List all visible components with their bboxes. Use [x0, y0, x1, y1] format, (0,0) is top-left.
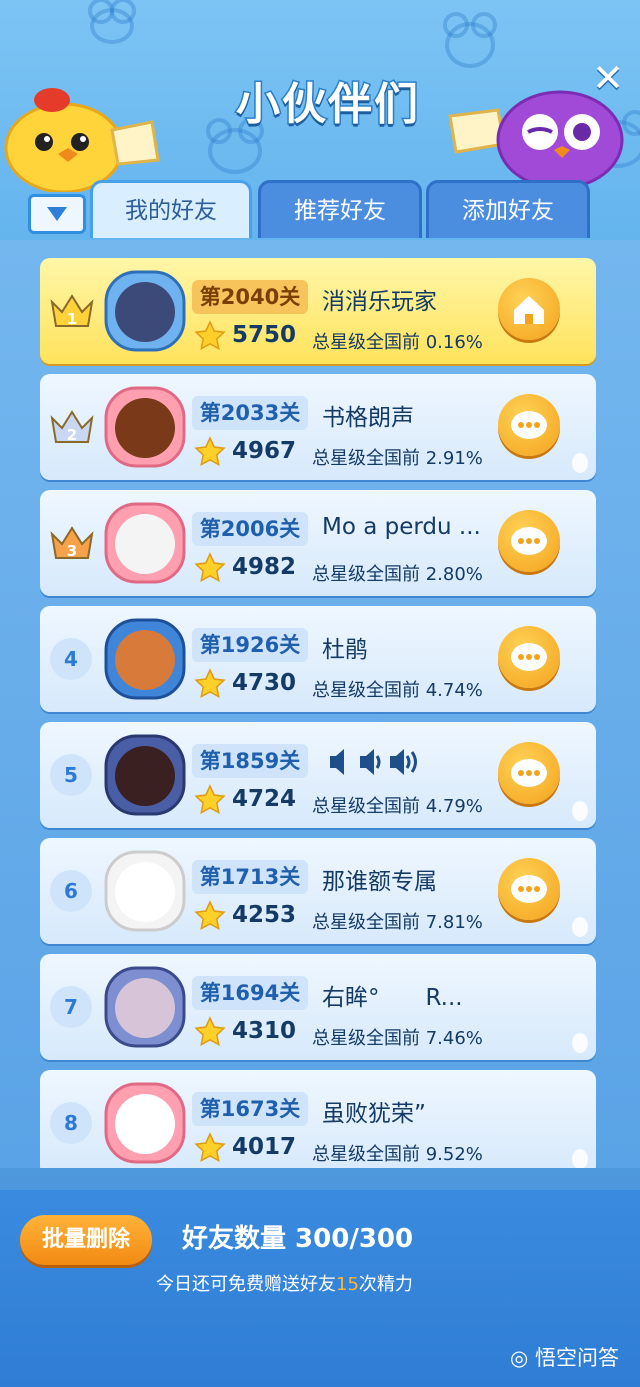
tab-add-friends[interactable]: 添加好友	[426, 180, 590, 238]
star-count: 4310	[232, 1018, 297, 1044]
chat-icon[interactable]	[498, 394, 560, 456]
star-count: 4967	[232, 438, 297, 464]
level-badge: 第2033关	[192, 396, 308, 430]
friend-row[interactable]: 4 第1926关 杜鹃 4730 总星级全国前 4.74%	[40, 606, 596, 712]
rank-number: 1	[67, 310, 77, 328]
footer-bar: 批量删除 好友数量 300/300 今日还可免费赠送好友15次精力 ◎ 悟空问答	[0, 1190, 640, 1387]
friend-row[interactable]: 8 第1673关 虽败犹荣” 4017 总星级全国前 9.52%	[40, 1070, 596, 1168]
friend-name: 杜鹃	[322, 637, 368, 662]
crown-rank-icon: 1	[50, 294, 94, 328]
star-icon	[194, 1132, 226, 1163]
friend-row[interactable]: 3 第2006关 Mo a perdu ... 4982 总星级全国前 2.80%	[40, 490, 596, 596]
friend-name: 右眸° R...	[322, 985, 463, 1010]
level-badge: 第2006关	[192, 512, 308, 546]
gift-prefix: 今日还可免费赠送好友	[156, 1274, 336, 1295]
star-count: 4982	[232, 554, 297, 580]
star-count: 4253	[232, 902, 297, 928]
friend-row[interactable]: 5 第1859关 4724 总星级全国前 4.79%	[40, 722, 596, 828]
friend-count: 好友数量 300/300	[182, 1224, 414, 1254]
chat-icon[interactable]	[498, 742, 560, 804]
bear-pattern-icon	[88, 0, 136, 44]
level-badge: 第1713关	[192, 860, 308, 894]
level-badge: 第2040关	[192, 280, 308, 314]
star-icon	[194, 900, 226, 931]
rank-number: 8	[50, 1102, 92, 1144]
tab-recommended-friends[interactable]: 推荐好友	[258, 180, 422, 238]
page-title: 小伙伴们	[235, 78, 420, 132]
friend-list[interactable]: 1 第2040关 消消乐玩家 5750 总星级全国前 0.16% 2 第2033关 书格朗声 4…	[0, 240, 640, 1168]
qq-penguin-icon	[572, 917, 588, 937]
speaker-icons	[322, 746, 504, 778]
chat-icon[interactable]	[498, 858, 560, 920]
avatar[interactable]	[102, 848, 188, 934]
star-icon	[194, 784, 226, 815]
star-icon	[194, 1016, 226, 1047]
batch-delete-button[interactable]: 批量删除	[20, 1215, 152, 1265]
crown-rank-icon: 2	[50, 410, 94, 444]
star-count: 4730	[232, 670, 297, 696]
friend-row[interactable]: 1 第2040关 消消乐玩家 5750 总星级全国前 0.16%	[40, 258, 596, 364]
rank-number: 4	[50, 638, 92, 680]
tab-bar: 我的好友 推荐好友 添加好友	[0, 176, 640, 240]
level-badge: 第1673关	[192, 1092, 308, 1126]
friend-name: 虽败犹荣”	[322, 1101, 426, 1126]
star-count: 4017	[232, 1134, 297, 1160]
close-icon[interactable]: ✕	[588, 58, 628, 98]
star-count: 5750	[232, 322, 297, 348]
crown-rank-icon: 3	[50, 526, 94, 560]
rank-number: 2	[67, 426, 77, 444]
watermark: ◎ 悟空问答	[510, 1342, 630, 1372]
chat-icon[interactable]	[498, 626, 560, 688]
friends-panel: 小伙伴们 ✕ 我的好友 推荐好友 添加好友 1 第2040关 消消乐玩家 5750 总星…	[0, 0, 640, 1387]
avatar[interactable]	[102, 1080, 188, 1166]
avatar[interactable]	[102, 500, 188, 586]
level-badge: 第1859关	[192, 744, 308, 778]
qq-penguin-icon	[572, 801, 588, 821]
bear-pattern-icon	[443, 12, 497, 68]
rank-number: 3	[67, 542, 77, 560]
qq-penguin-icon	[572, 453, 588, 473]
qq-penguin-icon	[572, 1149, 588, 1168]
friend-name: 书格朗声	[322, 405, 414, 430]
friend-name: 消消乐玩家	[322, 289, 437, 314]
friend-row[interactable]: 2 第2033关 书格朗声 4967 总星级全国前 2.91%	[40, 374, 596, 480]
rank-number: 7	[50, 986, 92, 1028]
avatar[interactable]	[102, 732, 188, 818]
rank-number: 5	[50, 754, 92, 796]
star-icon	[194, 552, 226, 583]
star-icon	[194, 668, 226, 699]
star-icon	[194, 320, 226, 351]
qq-penguin-icon	[572, 1033, 588, 1053]
friend-name: Mo a perdu ...	[322, 514, 481, 540]
tab-my-friends[interactable]: 我的好友	[90, 180, 252, 238]
chick-mascot-icon	[4, 88, 160, 192]
gift-energy-text: 今日还可免费赠送好友15次精力	[156, 1270, 476, 1295]
friend-row[interactable]: 7 第1694关 右眸° R... 4310 总星级全国前 7.46%	[40, 954, 596, 1060]
dropdown-toggle-icon[interactable]	[28, 194, 86, 234]
home-icon[interactable]	[498, 278, 560, 340]
percentile-text: 总星级全国前 9.52%	[312, 1144, 483, 1165]
avatar[interactable]	[102, 964, 188, 1050]
friend-name: 那谁额专属	[322, 869, 437, 894]
avatar[interactable]	[102, 616, 188, 702]
watermark-logo-icon: ◎	[510, 1346, 529, 1370]
level-badge: 第1694关	[192, 976, 308, 1010]
rank-number: 6	[50, 870, 92, 912]
gift-count: 15	[336, 1274, 359, 1295]
level-badge: 第1926关	[192, 628, 308, 662]
star-count: 4724	[232, 786, 297, 812]
avatar[interactable]	[102, 384, 188, 470]
gift-suffix: 次精力	[358, 1274, 413, 1295]
bear-pattern-icon	[206, 118, 264, 174]
friend-row[interactable]: 6 第1713关 那谁额专属 4253 总星级全国前 7.81%	[40, 838, 596, 944]
chat-icon[interactable]	[498, 510, 560, 572]
percentile-text: 总星级全国前 7.46%	[312, 1028, 483, 1049]
avatar[interactable]	[102, 268, 188, 354]
watermark-text: 悟空问答	[535, 1346, 620, 1370]
star-icon	[194, 436, 226, 467]
